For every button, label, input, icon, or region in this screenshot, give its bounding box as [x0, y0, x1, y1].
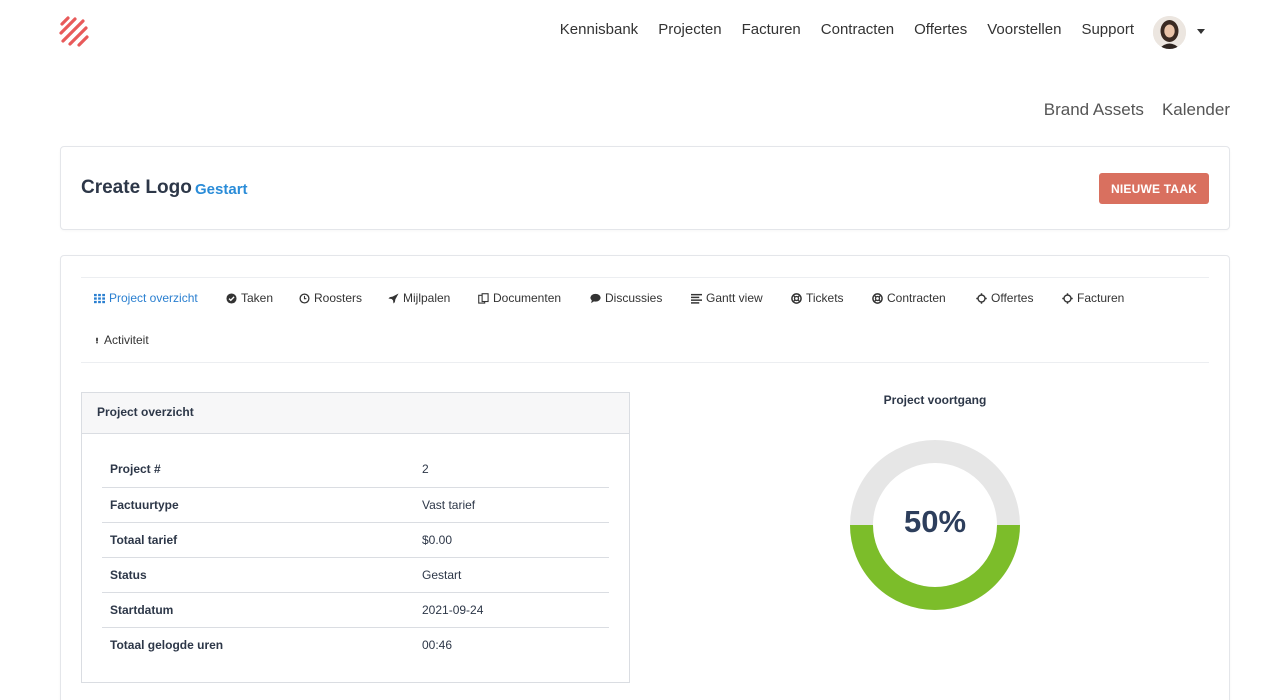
user-menu-caret-icon[interactable] — [1197, 29, 1205, 34]
row-value: Gestart — [414, 557, 609, 593]
tab-documenten[interactable]: Documenten — [478, 291, 561, 305]
nav-voorstellen[interactable]: Voorstellen — [987, 21, 1061, 38]
project-tabs: Project overzicht Taken Roosters Mijlpal… — [81, 277, 1209, 363]
comment-icon — [590, 293, 601, 303]
secondary-nav: Brand Assets Kalender — [1044, 100, 1230, 120]
tab-discussies[interactable]: Discussies — [590, 291, 662, 305]
nav-support[interactable]: Support — [1081, 21, 1134, 38]
row-value: 2021-09-24 — [414, 592, 609, 628]
align-left-icon — [691, 293, 702, 304]
tab-offertes[interactable]: Offertes — [976, 291, 1033, 305]
table-row: Status Gestart — [102, 557, 609, 593]
progress-title: Project voortgang — [883, 393, 987, 407]
row-key: Factuurtype — [102, 487, 414, 523]
tab-facturen[interactable]: Facturen — [1062, 291, 1124, 305]
nav-kalender[interactable]: Kalender — [1162, 100, 1230, 120]
project-status-badge: Gestart — [195, 181, 248, 198]
tab-label: Taken — [241, 291, 274, 305]
table-row: Startdatum 2021-09-24 — [102, 592, 609, 628]
tab-mijlpalen[interactable]: Mijlpalen — [388, 291, 450, 305]
tab-label: Roosters — [314, 291, 363, 305]
tab-label: Documenten — [493, 291, 562, 305]
row-value: Vast tarief — [414, 487, 609, 523]
nav-facturen[interactable]: Facturen — [742, 21, 801, 38]
life-ring-icon — [872, 292, 883, 304]
rocket-icon — [388, 292, 399, 304]
tab-label: Discussies — [605, 291, 663, 305]
tab-label: Tickets — [806, 291, 844, 305]
project-details-card: Project overzicht Taken Roosters Mijlpal… — [60, 255, 1230, 700]
row-value: 2 — [414, 452, 609, 488]
new-task-button[interactable]: NIEUWE TAAK — [1099, 173, 1209, 204]
tab-label: Facturen — [1077, 291, 1125, 305]
row-key: Totaal tarief — [102, 522, 414, 558]
gear-icon — [1062, 292, 1073, 304]
tab-tickets[interactable]: Tickets — [791, 291, 844, 305]
table-row: Project # 2 — [102, 452, 609, 488]
avatar-image — [1153, 16, 1186, 49]
brand-logo-icon[interactable] — [58, 16, 90, 48]
tab-label: Offertes — [991, 291, 1034, 305]
nav-brand-assets[interactable]: Brand Assets — [1044, 100, 1144, 120]
check-circle-icon — [226, 292, 237, 304]
project-overview-panel: Project overzicht Project # 2 Factuurtyp… — [81, 392, 630, 683]
row-value: $0.00 — [414, 522, 609, 558]
main-nav: Kennisbank Projecten Facturen Contracten… — [560, 21, 1134, 38]
user-avatar[interactable] — [1153, 16, 1186, 49]
row-key: Project # — [102, 452, 414, 488]
row-value: 00:46 — [422, 637, 453, 652]
grid-icon — [94, 293, 105, 303]
nav-projecten[interactable]: Projecten — [658, 21, 721, 38]
nav-offertes[interactable]: Offertes — [914, 21, 967, 38]
tab-gantt-view[interactable]: Gantt view — [691, 291, 763, 305]
table-row: Totaal tarief $0.00 — [102, 522, 609, 558]
project-title: Create Logo — [81, 177, 192, 198]
tab-label: Contracten — [887, 291, 946, 305]
table-row: Totaal gelogde uren 00:46 — [102, 627, 609, 662]
tab-project-overzicht[interactable]: Project overzicht — [94, 291, 198, 305]
progress-percentage: 50% — [903, 504, 967, 539]
tab-activiteit[interactable]: Activiteit — [94, 333, 149, 347]
life-ring-icon — [791, 292, 802, 304]
tab-label: Gantt view — [706, 291, 763, 305]
panel-heading: Project overzicht — [82, 393, 629, 434]
project-header-card: Create Logo Gestart NIEUWE TAAK — [60, 146, 1230, 230]
row-key: Status — [102, 557, 414, 593]
clock-icon — [299, 292, 310, 304]
exclamation-icon — [96, 337, 98, 343]
tab-contracten[interactable]: Contracten — [872, 291, 946, 305]
project-info-table: Project # 2 Factuurtype Vast tarief Tota… — [102, 452, 609, 662]
tab-label: Mijlpalen — [403, 291, 451, 305]
copy-icon — [478, 292, 489, 304]
tab-taken[interactable]: Taken — [226, 291, 273, 305]
table-row: Factuurtype Vast tarief — [102, 487, 609, 523]
row-key: Totaal gelogde uren — [110, 637, 224, 652]
top-navigation: Kennisbank Projecten Facturen Contracten… — [0, 0, 1264, 64]
tab-label: Project overzicht — [109, 291, 198, 305]
tab-label: Activiteit — [104, 333, 149, 347]
gear-icon — [976, 292, 987, 304]
nav-kennisbank[interactable]: Kennisbank — [560, 21, 638, 38]
tab-roosters[interactable]: Roosters — [299, 291, 362, 305]
row-key: Startdatum — [102, 592, 414, 628]
nav-contracten[interactable]: Contracten — [821, 21, 894, 38]
